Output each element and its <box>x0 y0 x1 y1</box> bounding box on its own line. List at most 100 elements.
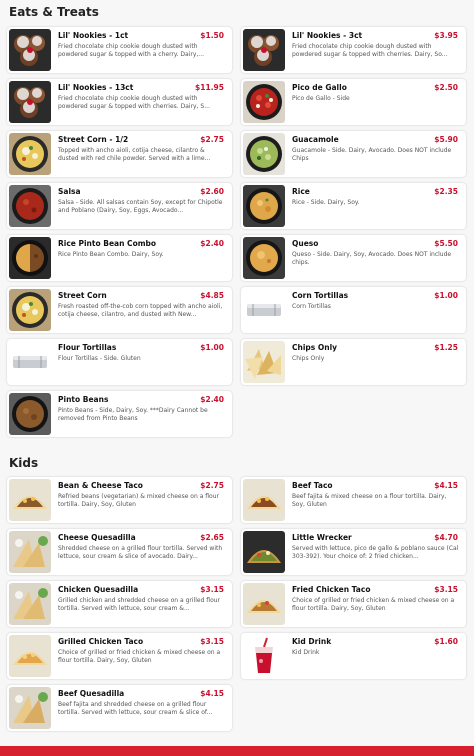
quesadilla-plate-icon <box>9 583 51 625</box>
menu-item-card[interactable]: Lil' Nookies - 1ct $1.50 Fried chocolate… <box>7 27 232 73</box>
chips-icon <box>243 341 285 383</box>
item-name: Chips Only <box>292 343 338 352</box>
cookie-dough-icon <box>9 81 51 123</box>
item-name: Pinto Beans <box>58 395 109 404</box>
tortilla-wrap-icon <box>243 289 285 331</box>
item-price: $3.95 <box>434 31 458 40</box>
salsa-bowl-icon <box>9 185 51 227</box>
rice-bean-bowl-icon <box>9 237 51 279</box>
menu-item-card[interactable]: Little Wrecker $4.70 Served with lettuce… <box>241 529 466 575</box>
street-corn-bowl-icon <box>9 289 51 331</box>
item-name: Corn Tortillas <box>292 291 349 300</box>
item-price: $2.75 <box>200 135 224 144</box>
item-name: Street Corn - 1/2 <box>58 135 129 144</box>
menu-item-card[interactable]: Guacamole $5.90 Guacamole - Side. Dairy,… <box>241 131 466 177</box>
item-price: $3.15 <box>200 585 224 594</box>
item-description: Fried chocolate chip cookie dough dusted… <box>58 95 210 110</box>
item-description: Served with lettuce, pico de gallo & pob… <box>292 545 459 560</box>
menu-item-card[interactable]: Grilled Chicken Taco $3.15 Choice of gri… <box>7 633 232 679</box>
menu-item-card[interactable]: Pinto Beans $2.40 Pinto Beans - Side, Da… <box>7 391 232 437</box>
item-description: Topped with ancho aioli, cotija cheese, … <box>58 147 211 162</box>
drink-cup-icon <box>243 635 285 677</box>
taco-icon <box>9 635 51 677</box>
menu-item-card[interactable]: Rice Pinto Bean Combo $2.40 Rice Pinto B… <box>7 235 232 281</box>
item-description: Queso - Side. Dairy, Soy, Avocado. Does … <box>292 251 452 266</box>
item-name: Guacamole <box>292 135 339 144</box>
menu-item-card[interactable]: Cheese Quesadilla $2.65 Shredded cheese … <box>7 529 232 575</box>
item-name: Bean & Cheese Taco <box>58 481 143 490</box>
menu-item-card[interactable]: Fried Chicken Taco $3.15 Choice of grill… <box>241 581 466 627</box>
item-description: Pico de Gallo - Side <box>292 95 350 102</box>
item-price: $5.50 <box>434 239 458 248</box>
menu-item-card[interactable]: Street Corn $4.85 Fresh roasted off-the-… <box>7 287 232 333</box>
item-price: $2.50 <box>434 83 458 92</box>
item-price: $4.15 <box>200 689 224 698</box>
item-name: Flour Tortillas <box>58 343 117 352</box>
menu-item-card[interactable]: Lil' Nookies - 13ct $11.95 Fried chocola… <box>7 79 232 125</box>
menu-item-card[interactable]: Rice $2.35 Rice - Side. Dairy, Soy. <box>241 183 466 229</box>
menu-item-card[interactable]: Salsa $2.60 Salsa - Side. All salsas con… <box>7 183 232 229</box>
item-name: Street Corn <box>58 291 107 300</box>
item-name: Salsa <box>58 187 81 196</box>
item-name: Little Wrecker <box>292 533 352 542</box>
quesadilla-plate-icon <box>9 687 51 729</box>
item-name: Fried Chicken Taco <box>292 585 371 594</box>
item-description: Guacamole - Side. Dairy, Avocado. Does N… <box>292 147 452 162</box>
item-description: Kid Drink <box>292 649 320 656</box>
item-name: Beef Quesadilla <box>58 689 125 698</box>
menu-item-card[interactable]: Flour Tortillas $1.00 Flour Tortillas - … <box>7 339 232 385</box>
rice-bowl-icon <box>243 185 285 227</box>
item-description: Refried beans (vegetarian) & mixed chees… <box>58 493 219 508</box>
item-description: Corn Tortillas <box>292 303 331 310</box>
item-name: Queso <box>292 239 319 248</box>
item-name: Cheese Quesadilla <box>58 533 136 542</box>
cookie-dough-icon <box>243 29 285 71</box>
item-price: $2.35 <box>434 187 458 196</box>
menu-item-card[interactable]: Chips Only $1.25 Chips Only <box>241 339 466 385</box>
item-description: Fresh roasted off-the-cob corn topped wi… <box>58 303 223 318</box>
item-price: $1.60 <box>434 637 458 646</box>
item-description: Choice of grilled or fried chicken & mix… <box>292 597 455 612</box>
item-name: Beef Taco <box>292 481 333 490</box>
queso-bowl-icon <box>243 237 285 279</box>
item-description: Flour Tortillas - Side. Gluten <box>58 355 141 362</box>
item-price: $2.40 <box>200 239 224 248</box>
section-title-kids: Kids <box>9 456 39 470</box>
item-price: $1.00 <box>200 343 224 352</box>
item-price: $1.50 <box>200 31 224 40</box>
item-description: Beef fajita & mixed cheese on a flour to… <box>292 493 447 508</box>
item-price: $5.90 <box>434 135 458 144</box>
tortilla-wrap-icon <box>9 341 51 383</box>
section-title-eats-treats: Eats & Treats <box>9 5 99 19</box>
item-name: Chicken Quesadilla <box>58 585 139 594</box>
menu-item-card[interactable]: Corn Tortillas $1.00 Corn Tortillas <box>241 287 466 333</box>
item-description: Shredded cheese on a grilled flour torti… <box>58 545 223 560</box>
menu-item-card[interactable]: Bean & Cheese Taco $2.75 Refried beans (… <box>7 477 232 523</box>
item-price: $4.15 <box>434 481 458 490</box>
menu-item-card[interactable]: Beef Quesadilla $4.15 Beef fajita and sh… <box>7 685 232 731</box>
menu-item-card[interactable]: Beef Taco $4.15 Beef fajita & mixed chee… <box>241 477 466 523</box>
item-description: Grilled chicken and shredded cheese on a… <box>58 597 221 612</box>
menu-item-card[interactable]: Street Corn - 1/2 $2.75 Topped with anch… <box>7 131 232 177</box>
item-name: Lil' Nookies - 3ct <box>292 31 363 40</box>
menu-item-card[interactable]: Kid Drink $1.60 Kid Drink <box>241 633 466 679</box>
item-price: $2.60 <box>200 187 224 196</box>
guacamole-bowl-icon <box>243 133 285 175</box>
item-name: Lil' Nookies - 1ct <box>58 31 129 40</box>
item-name: Rice Pinto Bean Combo <box>58 239 157 248</box>
item-name: Grilled Chicken Taco <box>58 637 144 646</box>
item-name: Kid Drink <box>292 637 332 646</box>
menu-item-card[interactable]: Lil' Nookies - 3ct $3.95 Fried chocolate… <box>241 27 466 73</box>
taco-icon <box>9 479 51 521</box>
menu-item-card[interactable]: Queso $5.50 Queso - Side. Dairy, Soy, Av… <box>241 235 466 281</box>
taco-icon <box>243 583 285 625</box>
item-name: Lil' Nookies - 13ct <box>58 83 134 92</box>
menu-item-card[interactable]: Chicken Quesadilla $3.15 Grilled chicken… <box>7 581 232 627</box>
item-description: Choice of grilled or fried chicken & mix… <box>58 649 221 664</box>
item-price: $2.40 <box>200 395 224 404</box>
item-price: $3.15 <box>434 585 458 594</box>
taco-icon <box>243 531 285 573</box>
menu-item-card[interactable]: Pico de Gallo $2.50 Pico de Gallo - Side <box>241 79 466 125</box>
item-price: $4.85 <box>200 291 224 300</box>
item-description: Chips Only <box>292 355 325 362</box>
